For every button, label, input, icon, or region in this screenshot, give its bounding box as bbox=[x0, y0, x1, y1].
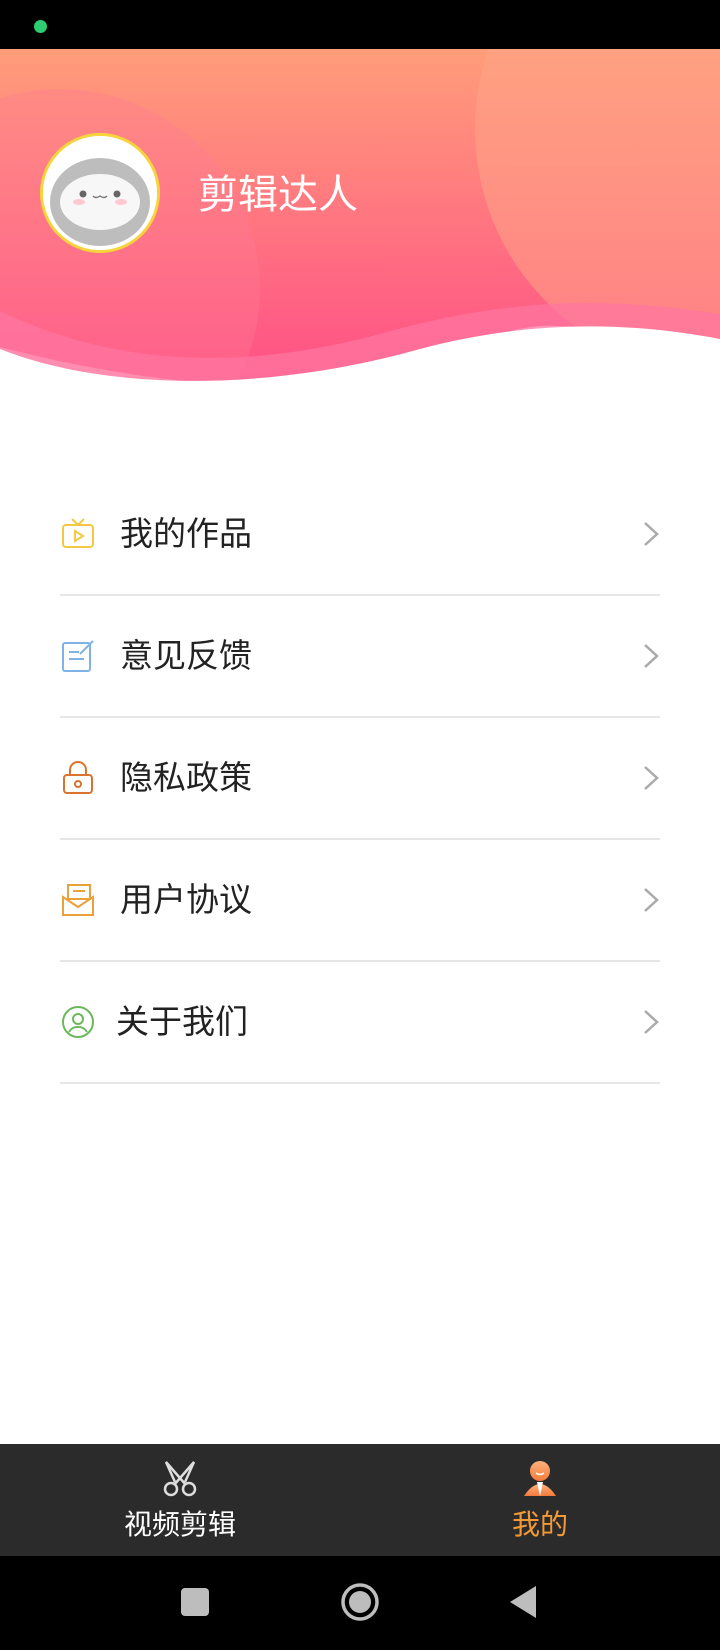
profile-header: 剪辑达人 bbox=[0, 49, 720, 401]
username: 剪辑达人 bbox=[198, 172, 358, 218]
chevron-right-icon bbox=[644, 644, 659, 668]
system-nav-bar bbox=[0, 1556, 720, 1650]
bottom-tab-bar: 视频剪辑 我的 bbox=[0, 1444, 720, 1556]
avatar[interactable] bbox=[40, 133, 160, 253]
menu-item-feedback[interactable]: 意见反馈 bbox=[60, 596, 660, 718]
chevron-right-icon bbox=[644, 1010, 659, 1034]
cat-avatar-icon bbox=[43, 136, 157, 250]
menu-item-label: 我的作品 bbox=[120, 514, 252, 553]
menu-item-privacy-policy[interactable]: 隐私政策 bbox=[60, 718, 660, 840]
chevron-right-icon bbox=[644, 766, 659, 790]
home-button[interactable] bbox=[340, 1582, 380, 1622]
status-bar bbox=[0, 0, 720, 49]
mail-inbox-icon bbox=[62, 884, 94, 916]
scissors-icon bbox=[163, 1461, 197, 1497]
back-button[interactable] bbox=[508, 1584, 538, 1620]
tab-label: 视频剪辑 bbox=[123, 1508, 236, 1541]
recent-apps-button[interactable] bbox=[181, 1588, 209, 1616]
tv-play-icon bbox=[62, 518, 94, 548]
menu-item-about-us[interactable]: 关于我们 bbox=[60, 962, 660, 1084]
edit-note-icon bbox=[62, 640, 94, 672]
menu-item-label: 意见反馈 bbox=[120, 636, 252, 675]
menu-list: 我的作品 意见反馈 隐私政策 用户协议 关于我们 bbox=[60, 474, 660, 1084]
tab-mine[interactable]: 我的 bbox=[420, 1444, 660, 1556]
tab-label: 我的 bbox=[511, 1508, 568, 1541]
chevron-right-icon bbox=[644, 522, 659, 546]
person-icon bbox=[524, 1461, 556, 1496]
menu-item-my-works[interactable]: 我的作品 bbox=[60, 474, 660, 596]
tab-video-edit[interactable]: 视频剪辑 bbox=[60, 1444, 300, 1556]
menu-item-label: 用户协议 bbox=[120, 880, 252, 919]
menu-item-label: 隐私政策 bbox=[120, 758, 252, 797]
lock-icon bbox=[63, 761, 93, 794]
menu-item-label: 关于我们 bbox=[116, 1002, 248, 1041]
user-circle-icon bbox=[62, 1006, 94, 1038]
chevron-right-icon bbox=[644, 888, 659, 912]
notification-dot-icon bbox=[34, 20, 47, 33]
menu-item-user-agreement[interactable]: 用户协议 bbox=[60, 840, 660, 962]
